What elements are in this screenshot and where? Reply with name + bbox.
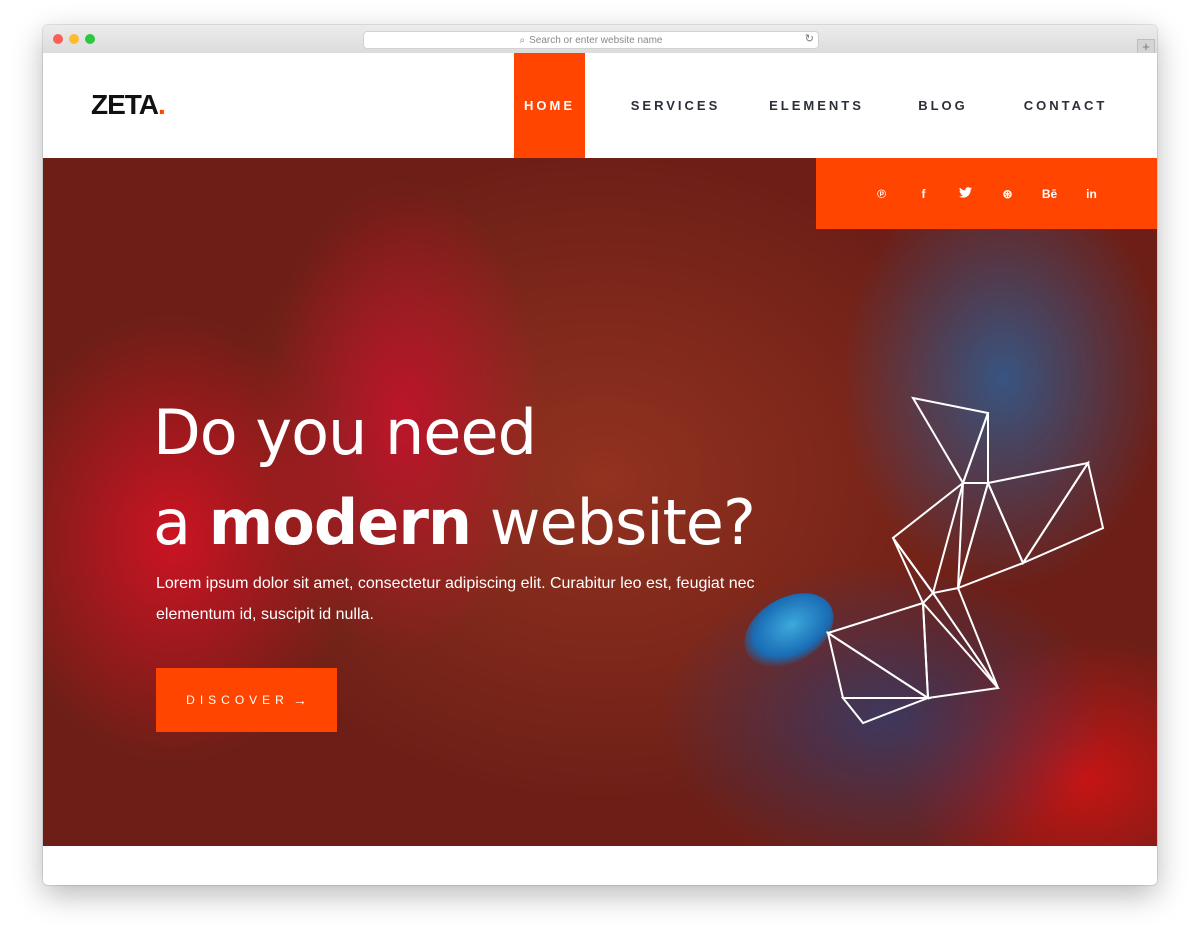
facebook-icon[interactable]: f bbox=[916, 187, 932, 201]
logo-text: ZETA bbox=[91, 89, 159, 120]
address-bar[interactable]: ⌕ Search or enter website name ↻ bbox=[363, 31, 819, 49]
browser-toolbar: ⌕ Search or enter website name ↻ + bbox=[43, 25, 1157, 57]
pinterest-icon[interactable]: ℗ bbox=[874, 187, 890, 201]
hero-heading-line1: Do you need bbox=[153, 396, 537, 469]
hero-heading-emphasis: modern bbox=[208, 486, 472, 559]
dribbble-icon[interactable]: ⊛ bbox=[1000, 187, 1016, 201]
search-icon: ⌕ bbox=[519, 34, 526, 46]
arrow-right-icon: → bbox=[292, 692, 307, 708]
hero-section: ℗ f ⊛ Bē in Do you need a modern website… bbox=[43, 158, 1157, 846]
reload-icon[interactable]: ↻ bbox=[805, 32, 814, 45]
nav-item-home[interactable]: HOME bbox=[514, 53, 585, 158]
logo-dot: . bbox=[158, 89, 166, 120]
social-bar: ℗ f ⊛ Bē in bbox=[816, 158, 1157, 229]
linkedin-icon[interactable]: in bbox=[1084, 187, 1100, 201]
browser-window: ⌕ Search or enter website name ↻ + ZETA.… bbox=[43, 25, 1157, 885]
nav-item-blog[interactable]: BLOG bbox=[903, 53, 983, 158]
hero-heading-line2: a modern website? bbox=[153, 486, 756, 559]
nav-item-services[interactable]: SERVICES bbox=[618, 53, 733, 158]
close-window-button[interactable] bbox=[53, 34, 63, 44]
nav-item-contact[interactable]: CONTACT bbox=[1013, 53, 1118, 158]
page-bottom-area bbox=[43, 846, 1157, 885]
site-header: ZETA. HOME SERVICES ELEMENTS BLOG CONTAC… bbox=[43, 53, 1157, 158]
discover-button[interactable]: DISCOVER → bbox=[156, 668, 337, 732]
hero-heading: Do you need a modern website? bbox=[153, 388, 873, 568]
address-placeholder: Search or enter website name bbox=[529, 34, 663, 46]
site-logo[interactable]: ZETA. bbox=[91, 89, 166, 121]
minimize-window-button[interactable] bbox=[69, 34, 79, 44]
hero-description: Lorem ipsum dolor sit amet, consectetur … bbox=[156, 575, 755, 623]
zoom-window-button[interactable] bbox=[85, 34, 95, 44]
nav-item-elements[interactable]: ELEMENTS bbox=[759, 53, 874, 158]
discover-button-label: DISCOVER bbox=[186, 693, 289, 707]
twitter-icon[interactable] bbox=[958, 186, 974, 201]
behance-icon[interactable]: Bē bbox=[1042, 187, 1058, 201]
